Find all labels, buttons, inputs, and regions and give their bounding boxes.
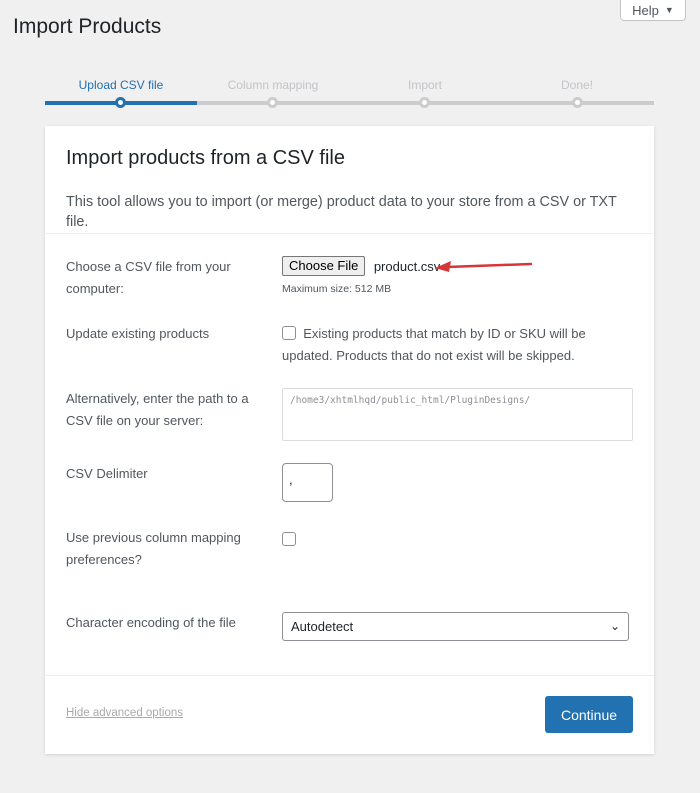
max-size-note: Maximum size: 512 MB xyxy=(282,283,392,295)
page-title: Import Products xyxy=(13,15,162,38)
path-field: /home3/xhtmlhqd/public_html/PluginDesign… xyxy=(282,388,633,441)
update-text-wrap: Existing products that match by ID or SK… xyxy=(282,326,586,363)
step-column-mapping: Column mapping xyxy=(227,78,319,92)
delimiter-label: CSV Delimiter xyxy=(66,466,148,481)
path-label: Alternatively, enter the path to a CSV f… xyxy=(66,391,249,428)
continue-button[interactable]: Continue xyxy=(545,696,633,733)
caret-down-icon: ▼ xyxy=(664,5,674,15)
step-upload: Upload CSV file xyxy=(78,78,164,92)
step-dot-column-mapping xyxy=(267,97,278,108)
encoding-label: Character encoding of the file xyxy=(66,615,236,630)
server-path-input[interactable]: /home3/xhtmlhqd/public_html/PluginDesign… xyxy=(282,388,633,441)
step-dot-import xyxy=(419,97,430,108)
step-dot-done xyxy=(572,97,583,108)
update-field: Existing products that match by ID or SK… xyxy=(282,323,627,367)
mapping-preferences-checkbox[interactable] xyxy=(282,532,296,546)
import-card: Import products from a CSV file This too… xyxy=(45,126,654,754)
step-dot-upload xyxy=(115,97,126,108)
update-label: Update existing products xyxy=(66,326,210,341)
file-label: Choose a CSV file from your computer: xyxy=(66,259,231,296)
file-field: Choose File product.csv Maximum size: 51… xyxy=(282,256,440,295)
update-existing-checkbox[interactable] xyxy=(282,326,296,340)
step-import: Import xyxy=(407,78,442,92)
encoding-select[interactable]: Autodetect ⌄ xyxy=(282,612,629,641)
card-description: This tool allows you to import (or merge… xyxy=(66,194,617,231)
encoding-value: Autodetect xyxy=(291,619,354,634)
help-label: Help xyxy=(632,2,659,18)
file-name: product.csv xyxy=(373,258,441,274)
mapping-field xyxy=(282,531,296,549)
help-button[interactable]: Help ▼ xyxy=(620,0,686,21)
encoding-field: Autodetect ⌄ xyxy=(282,612,629,641)
mapping-label: Use previous column mapping preferences? xyxy=(66,530,241,567)
update-description: Existing products that match by ID or SK… xyxy=(282,326,586,363)
step-done: Done! xyxy=(560,78,594,92)
chevron-down-icon: ⌄ xyxy=(609,619,620,633)
progress-steps: Upload CSV file Column mapping Import Do… xyxy=(45,78,654,108)
card-footer: Hide advanced options Continue xyxy=(45,675,654,754)
card-title: Import products from a CSV file xyxy=(66,147,345,169)
choose-file-button[interactable]: Choose File xyxy=(282,256,366,276)
delimiter-field: , xyxy=(282,463,333,502)
card-header: Import products from a CSV file This too… xyxy=(45,126,654,234)
red-arrow-annotation xyxy=(435,261,533,272)
hide-advanced-options-link[interactable]: Hide advanced options xyxy=(66,707,183,719)
delimiter-input[interactable]: , xyxy=(282,463,333,502)
